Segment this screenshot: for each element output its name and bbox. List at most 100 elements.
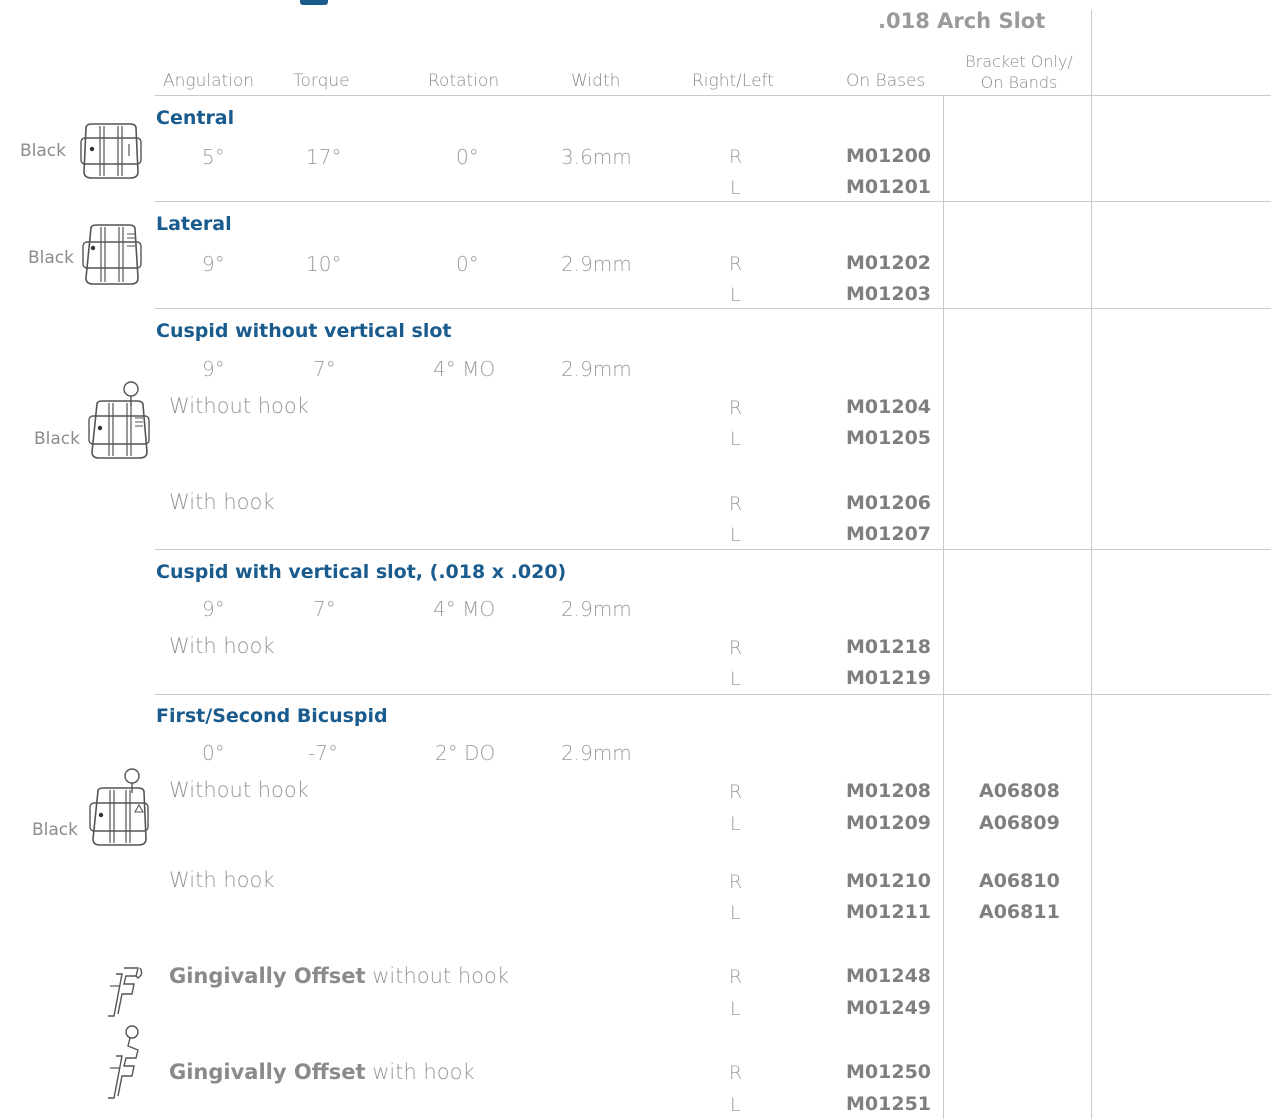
cuspid1-wo-l-code: M01205 <box>846 427 932 449</box>
col-bracket-only: Bracket Only/ On Bands <box>952 51 1086 93</box>
rule-after-cuspid2 <box>155 694 1271 695</box>
cuspid2-torque: 7° <box>313 597 336 621</box>
col-width: Width <box>571 71 621 91</box>
section-title-lateral: Lateral <box>156 213 232 235</box>
col-right-left: Right/Left <box>692 71 774 91</box>
bicuspid-rotation: 2° DO <box>435 741 496 765</box>
section-title-central: Central <box>156 107 235 129</box>
bicuspid-without-hook-label: Without hook <box>169 778 309 802</box>
col-angulation: Angulation <box>163 71 255 91</box>
lateral-r: R <box>729 253 743 275</box>
col-torque: Torque <box>293 71 350 91</box>
cuspid2-angulation: 9° <box>202 597 225 621</box>
central-l-code: M01201 <box>846 176 932 198</box>
gingival1-r-code: M01248 <box>846 965 932 987</box>
bicuspid-torque: -7° <box>308 741 338 765</box>
central-r-code: M01200 <box>846 145 932 167</box>
top-heading-partial <box>300 0 328 5</box>
lateral-bracket-icon <box>82 224 142 285</box>
color-label: Black <box>28 248 74 268</box>
bicuspid-angulation: 0° <box>202 741 225 765</box>
color-label: Black <box>32 820 78 840</box>
divider-bands <box>1091 10 1092 1119</box>
cuspid1-w-r-code: M01206 <box>846 492 932 514</box>
header-rule <box>155 95 1271 96</box>
bicuspid-wo-l-code: M01209 <box>846 812 932 834</box>
cuspid1-width: 2.9mm <box>561 357 632 381</box>
cuspid1-with-hook-label: With hook <box>169 490 275 514</box>
bicuspid-w-r-code: M01210 <box>846 870 932 892</box>
col-bracket-only-line2: On Bands <box>980 73 1058 92</box>
bicuspid-width: 2.9mm <box>561 741 632 765</box>
central-l: L <box>730 177 741 199</box>
lateral-l-code: M01203 <box>846 283 932 305</box>
cuspid1-angulation: 9° <box>202 357 225 381</box>
rule-after-central <box>155 201 1271 202</box>
gingival1-r: R <box>729 966 743 988</box>
col-on-bases: On Bases <box>846 71 926 91</box>
cuspid2-r-code: M01218 <box>846 636 932 658</box>
cuspid2-with-hook-label: With hook <box>169 634 275 658</box>
lateral-torque: 10° <box>306 252 342 276</box>
bicuspid-wo-r: R <box>729 781 743 803</box>
cuspid1-torque: 7° <box>313 357 336 381</box>
cuspid1-wo-l: L <box>730 428 741 450</box>
arch-slot-heading: .018 Arch Slot <box>878 9 1046 33</box>
cuspid1-w-r: R <box>729 493 743 515</box>
cuspid1-w-l: L <box>730 524 741 546</box>
cuspid2-r: R <box>729 637 743 659</box>
divider-bases <box>943 95 944 1119</box>
gingival-offset-hook-icon <box>108 1025 139 1099</box>
central-rotation: 0° <box>456 145 479 169</box>
cuspid1-without-hook-label: Without hook <box>169 394 309 418</box>
cuspid1-w-l-code: M01207 <box>846 523 932 545</box>
bicuspid-hook-bracket-icon <box>89 768 149 846</box>
gingival-offset-bold: Gingivally Offset <box>169 964 366 988</box>
section-title-cuspid-vslot: Cuspid with vertical slot, (.018 x .020) <box>156 561 567 583</box>
cuspid2-l-code: M01219 <box>846 667 932 689</box>
gingival-offset-icon <box>108 967 143 1017</box>
lateral-width: 2.9mm <box>561 252 632 276</box>
rule-after-cuspid1 <box>155 549 1271 550</box>
cuspid1-wo-r-code: M01204 <box>846 396 932 418</box>
gingival2-r-code: M01250 <box>846 1061 932 1083</box>
cuspid1-wo-r: R <box>729 397 743 419</box>
rule-after-lateral <box>155 308 1271 309</box>
bicuspid-wo-r-code: M01208 <box>846 780 932 802</box>
central-r: R <box>729 146 743 168</box>
bicuspid-wo-l-band: A06809 <box>979 812 1060 834</box>
lateral-r-code: M01202 <box>846 252 932 274</box>
gingival2-r: R <box>729 1062 743 1084</box>
lateral-angulation: 9° <box>202 252 225 276</box>
gingival2-l: L <box>730 1094 741 1116</box>
cuspid2-width: 2.9mm <box>561 597 632 621</box>
central-width: 3.6mm <box>561 145 632 169</box>
col-bracket-only-line1: Bracket Only/ <box>965 52 1073 71</box>
gingival-without-hook-label: Gingivally Offset without hook <box>169 964 509 988</box>
bicuspid-wo-l: L <box>730 813 741 835</box>
color-label: Black <box>34 429 80 449</box>
bicuspid-w-l-code: M01211 <box>846 901 932 923</box>
bicuspid-wo-r-band: A06808 <box>979 780 1060 802</box>
cuspid-hook-bracket-icon <box>88 381 150 459</box>
gingival-without-suffix: without hook <box>365 964 509 988</box>
color-label: Black <box>20 141 66 161</box>
bicuspid-w-l: L <box>730 902 741 924</box>
col-rotation: Rotation <box>428 71 500 91</box>
cuspid1-rotation: 4° MO <box>433 357 496 381</box>
gingival-offset-bold: Gingivally Offset <box>169 1060 366 1084</box>
gingival-with-hook-label: Gingivally Offset with hook <box>169 1060 475 1084</box>
gingival1-l: L <box>730 998 741 1020</box>
gingival2-l-code: M01251 <box>846 1093 932 1115</box>
section-title-cuspid-no-vslot: Cuspid without vertical slot <box>156 320 452 342</box>
section-title-bicuspid: First/Second Bicuspid <box>156 705 388 727</box>
central-torque: 17° <box>306 145 342 169</box>
lateral-l: L <box>730 284 741 306</box>
bicuspid-w-r: R <box>729 871 743 893</box>
cuspid2-l: L <box>730 668 741 690</box>
bicuspid-with-hook-label: With hook <box>169 868 275 892</box>
cuspid2-rotation: 4° MO <box>433 597 496 621</box>
central-bracket-icon <box>80 123 142 179</box>
gingival-with-suffix: with hook <box>365 1060 475 1084</box>
central-angulation: 5° <box>202 145 225 169</box>
